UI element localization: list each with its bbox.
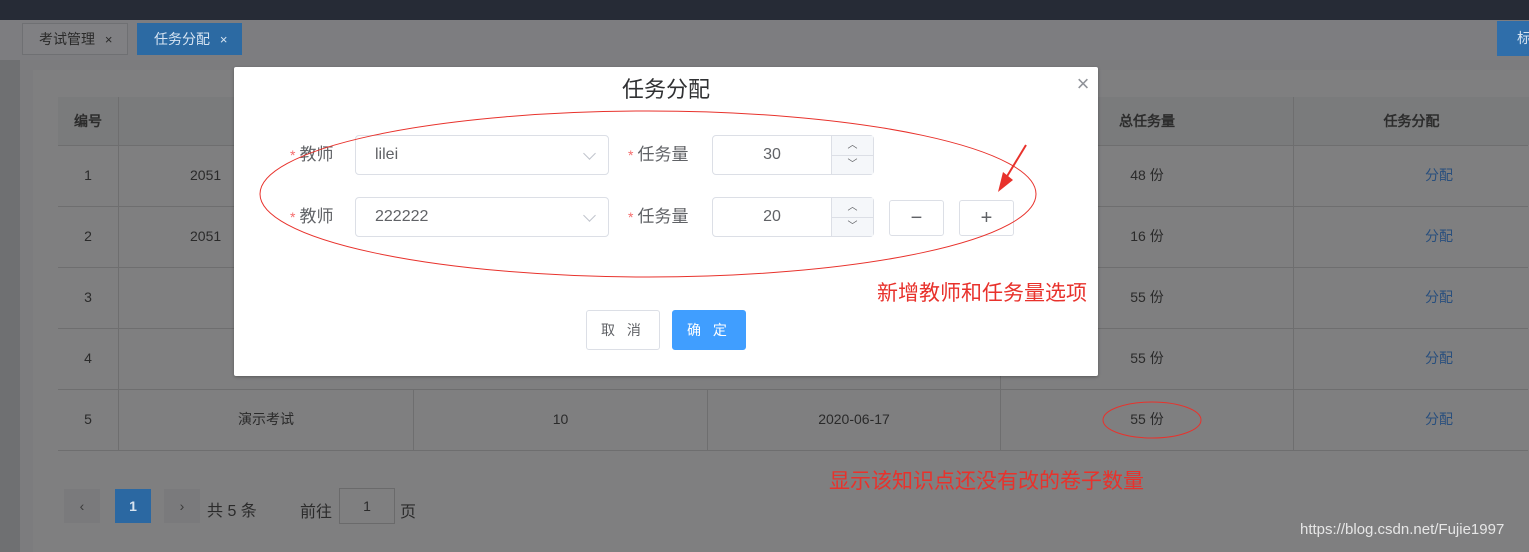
highlight-ellipse (1102, 401, 1202, 439)
annotation-count-note: 显示该知识点还没有改的卷子数量 (829, 470, 1144, 493)
annotation-overlay (259, 110, 1202, 439)
watermark: https://blog.csdn.net/Fujie1997 (1300, 521, 1505, 538)
highlight-ellipse (259, 110, 1037, 278)
arrow-head-icon (998, 172, 1013, 192)
annotation-add-note: 新增教师和任务量选项 (877, 282, 1087, 305)
